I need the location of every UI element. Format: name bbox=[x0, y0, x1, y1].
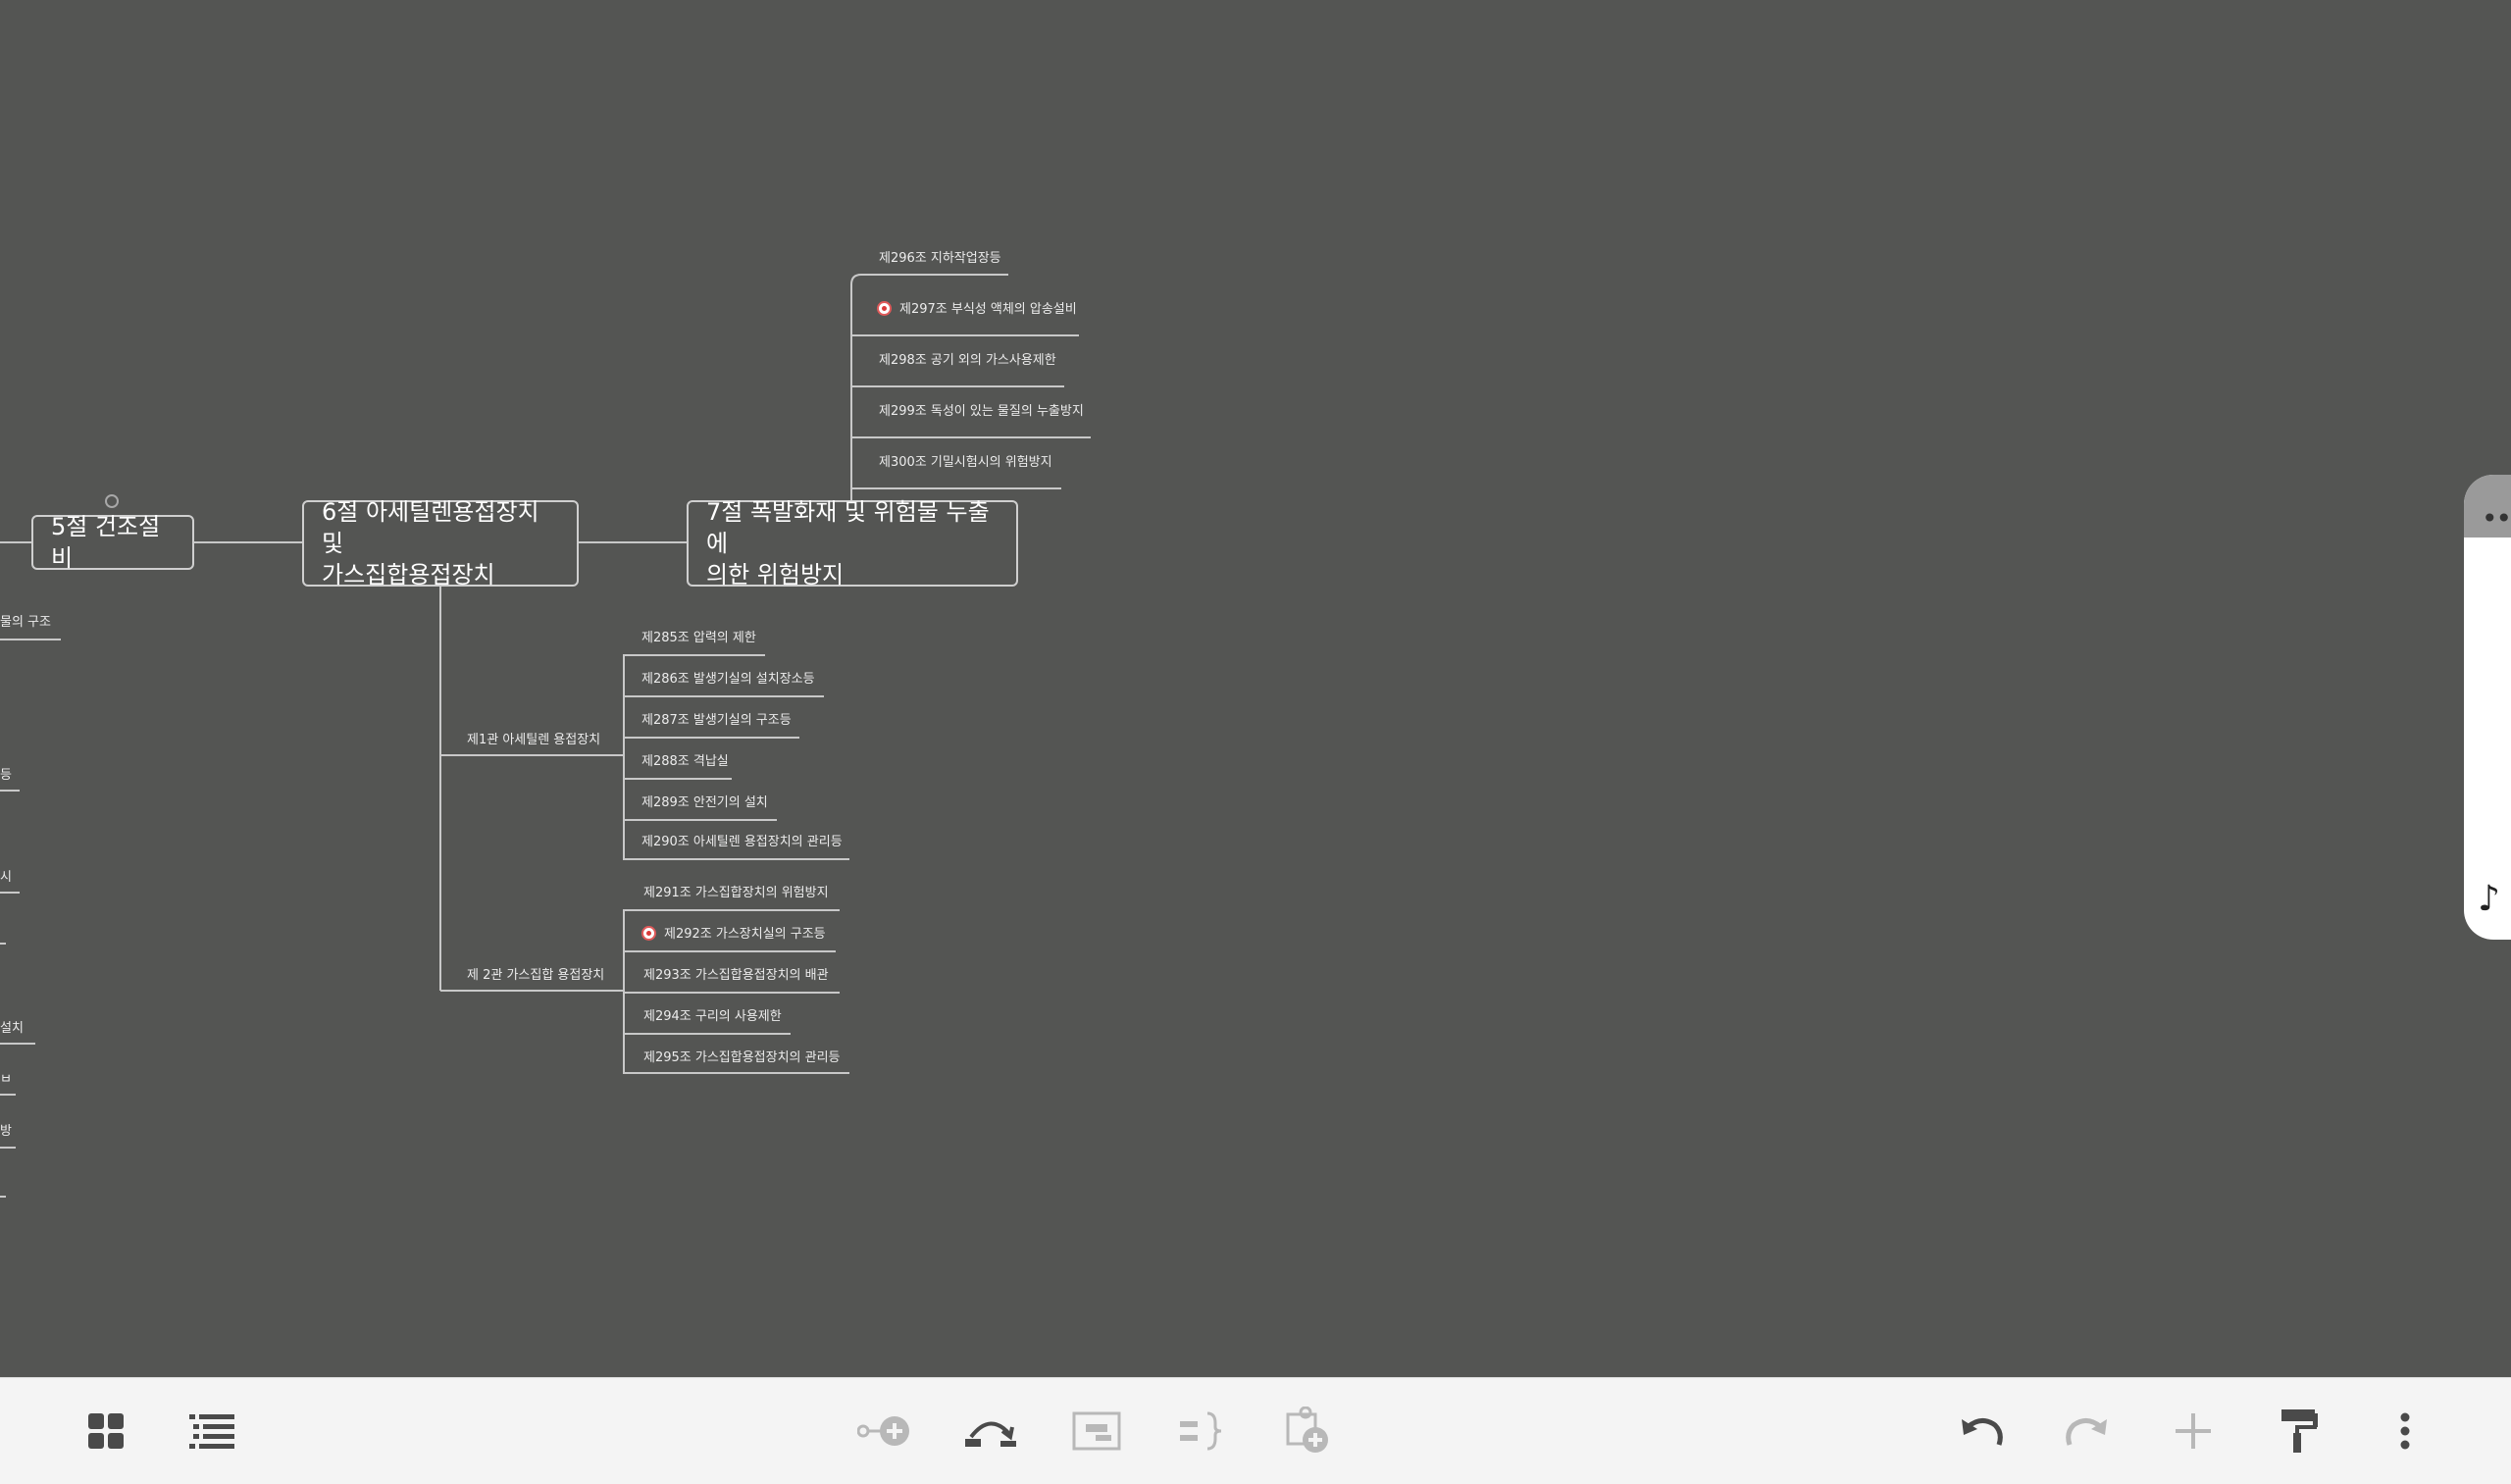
subtopic-label: 설치 bbox=[0, 1021, 24, 1036]
subtopic-label: 제296조 지하작업장등 bbox=[879, 251, 1001, 266]
subtopic-label: 제287조 발생기실의 구조등 bbox=[641, 713, 792, 728]
summary-icon[interactable] bbox=[1175, 1404, 1230, 1458]
bottom-toolbar bbox=[0, 1377, 2511, 1484]
subtopic-label: 방 bbox=[0, 1124, 12, 1139]
subtopic-item[interactable]: 제288조 격납실 bbox=[641, 753, 729, 771]
subtopic-item[interactable]: 제287조 발생기실의 구조등 bbox=[641, 712, 792, 730]
subtopic-item[interactable]: 제286조 발생기실의 설치장소등 bbox=[641, 671, 815, 689]
topic-label-line2: 의한 위험방지 bbox=[706, 561, 845, 588]
subtopic-label: 제 2관 가스집합 용접장치 bbox=[467, 968, 605, 983]
subtopic-label: 제293조 가스집합용접장치의 배관 bbox=[643, 968, 829, 983]
collapse-toggle-icon[interactable] bbox=[105, 494, 119, 508]
grid-view-icon[interactable] bbox=[78, 1404, 133, 1458]
outline-view-icon[interactable] bbox=[184, 1404, 239, 1458]
side-panel[interactable]: •• ♪ bbox=[2464, 475, 2511, 940]
priority-marker-icon bbox=[877, 301, 892, 316]
clipped-subtopic[interactable]: ㅂ bbox=[0, 1071, 12, 1089]
music-note-icon[interactable]: ♪ bbox=[2478, 879, 2500, 919]
mind-map-canvas[interactable]: 5절 건조설비 6절 아세틸렌용접장치 및 가스집합용접장치 7절 폭발화재 및… bbox=[0, 0, 2511, 1377]
subtopic-branch-2[interactable]: 제 2관 가스집합 용접장치 bbox=[467, 967, 604, 985]
subtopic-item[interactable]: 제293조 가스집합용접장치의 배관 bbox=[643, 967, 829, 985]
priority-marker-icon bbox=[641, 926, 656, 941]
subtopic-item[interactable]: 제294조 구리의 사용제한 bbox=[643, 1008, 782, 1026]
topic-node-5[interactable]: 5절 건조설비 bbox=[31, 513, 194, 572]
subtopic-label: 등 bbox=[0, 768, 12, 783]
subtopic-label: 제285조 압력의 제한 bbox=[641, 631, 756, 645]
clipped-subtopic[interactable]: 방 bbox=[0, 1123, 12, 1141]
format-painter-icon[interactable] bbox=[2272, 1404, 2327, 1458]
topic-node-6[interactable]: 6절 아세틸렌용접장치 및 가스집합용접장치 bbox=[302, 498, 579, 588]
subtopic-item[interactable]: 제297조 부식성 액체의 압송설비 bbox=[877, 301, 1077, 319]
subtopic-label: 제300조 기밀시험시의 위험방지 bbox=[879, 455, 1052, 470]
subtopic-label: 제290조 아세틸렌 용접장치의 관리등 bbox=[641, 835, 843, 849]
subtopic-item[interactable]: 제290조 아세틸렌 용접장치의 관리등 bbox=[641, 834, 843, 851]
subtopic-item[interactable]: 제299조 독성이 있는 물질의 누출방지 bbox=[879, 403, 1084, 421]
subtopic-label: 제1관 아세틸렌 용접장치 bbox=[467, 733, 601, 747]
topic-label-line2: 가스집합용접장치 bbox=[322, 561, 495, 588]
add-icon[interactable] bbox=[2166, 1404, 2221, 1458]
subtopic-item[interactable]: 제292조 가스장치실의 구조등 bbox=[641, 926, 826, 944]
subtopic-label: 제298조 공기 외의 가스사용제한 bbox=[879, 353, 1056, 368]
subtopic-item[interactable]: 제295조 가스집합용접장치의 관리등 bbox=[643, 1049, 841, 1067]
topic-node-7[interactable]: 7절 폭발화재 및 위험물 누출에 의한 위험방지 bbox=[687, 498, 1018, 588]
undo-icon[interactable] bbox=[1954, 1404, 2009, 1458]
subtopic-label: 제289조 안전기의 설치 bbox=[641, 795, 768, 810]
subtopic-label: 시 bbox=[0, 870, 12, 885]
subtopic-item[interactable]: 제285조 압력의 제한 bbox=[641, 630, 756, 647]
connector-lines bbox=[0, 274, 1091, 1198]
subtopic-item[interactable]: 제289조 안전기의 설치 bbox=[641, 794, 768, 812]
clipped-subtopic[interactable]: 등 bbox=[0, 767, 12, 785]
more-icon[interactable] bbox=[2378, 1404, 2433, 1458]
subtopic-branch-1[interactable]: 제1관 아세틸렌 용접장치 bbox=[467, 732, 600, 749]
subtopic-label: 제286조 발생기실의 설치장소등 bbox=[641, 672, 815, 687]
boundary-icon[interactable] bbox=[1069, 1404, 1124, 1458]
subtopic-item[interactable]: 제298조 공기 외의 가스사용제한 bbox=[879, 352, 1056, 370]
topic-label-line1: 6절 아세틸렌용접장치 및 bbox=[322, 498, 539, 557]
subtopic-label: 제297조 부식성 액체의 압송설비 bbox=[899, 302, 1077, 317]
subtopic-label: 물의 구조 bbox=[0, 615, 51, 630]
subtopic-item[interactable]: 제296조 지하작업장등 bbox=[879, 250, 1001, 268]
subtopic-item[interactable]: 제291조 가스집합장치의 위험방지 bbox=[643, 885, 829, 902]
subtopic-label: 제291조 가스집합장치의 위험방지 bbox=[643, 886, 829, 900]
redo-icon[interactable] bbox=[2060, 1404, 2115, 1458]
subtopic-label: 제299조 독성이 있는 물질의 누출방지 bbox=[879, 404, 1084, 419]
clipped-subtopic[interactable]: 시 bbox=[0, 869, 12, 887]
subtopic-label: 제288조 격납실 bbox=[641, 754, 729, 769]
clipped-subtopic[interactable]: 물의 구조 bbox=[0, 614, 51, 632]
topic-label: 5절 건조설비 bbox=[51, 513, 161, 572]
add-floating-topic-icon[interactable] bbox=[1281, 1404, 1336, 1458]
subtopic-label: 제292조 가스장치실의 구조등 bbox=[664, 927, 826, 942]
clipped-subtopic[interactable]: 설치 bbox=[0, 1020, 24, 1038]
topic-label-line1: 7절 폭발화재 및 위험물 누출에 bbox=[706, 498, 990, 557]
subtopic-label: ㅂ bbox=[0, 1072, 12, 1087]
add-subtopic-icon[interactable] bbox=[857, 1404, 912, 1458]
subtopic-item[interactable]: 제300조 기밀시험시의 위험방지 bbox=[879, 454, 1052, 472]
relationship-icon[interactable] bbox=[963, 1404, 1018, 1458]
subtopic-label: 제295조 가스집합용접장치의 관리등 bbox=[643, 1050, 841, 1065]
more-dots-icon[interactable]: •• bbox=[2482, 505, 2511, 533]
subtopic-label: 제294조 구리의 사용제한 bbox=[643, 1009, 782, 1024]
